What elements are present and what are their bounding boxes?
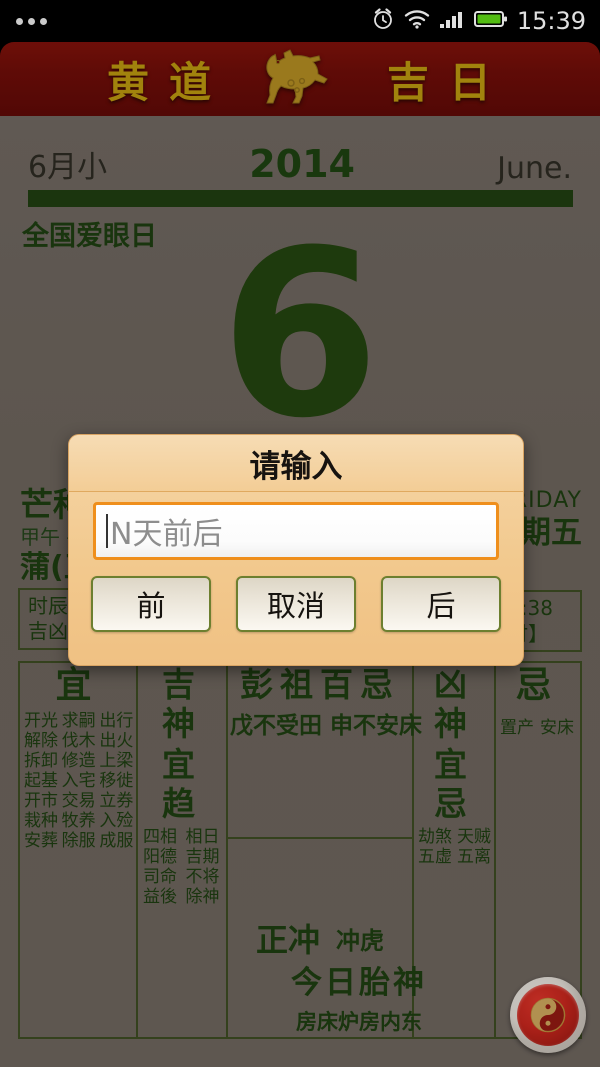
- days-input[interactable]: N天前后: [93, 502, 499, 560]
- text-caret: [106, 514, 108, 548]
- cancel-button[interactable]: 取消: [236, 576, 356, 632]
- days-input-placeholder: N天前后: [110, 517, 223, 552]
- dialog-input-wrapper: N天前后: [69, 492, 523, 560]
- dialog-buttons: 前 取消 后: [69, 560, 523, 632]
- prev-button[interactable]: 前: [91, 576, 211, 632]
- dialog-title: 请输入: [69, 435, 523, 492]
- next-button[interactable]: 后: [381, 576, 501, 632]
- input-dialog: 请输入 N天前后 前 取消 后: [68, 434, 524, 666]
